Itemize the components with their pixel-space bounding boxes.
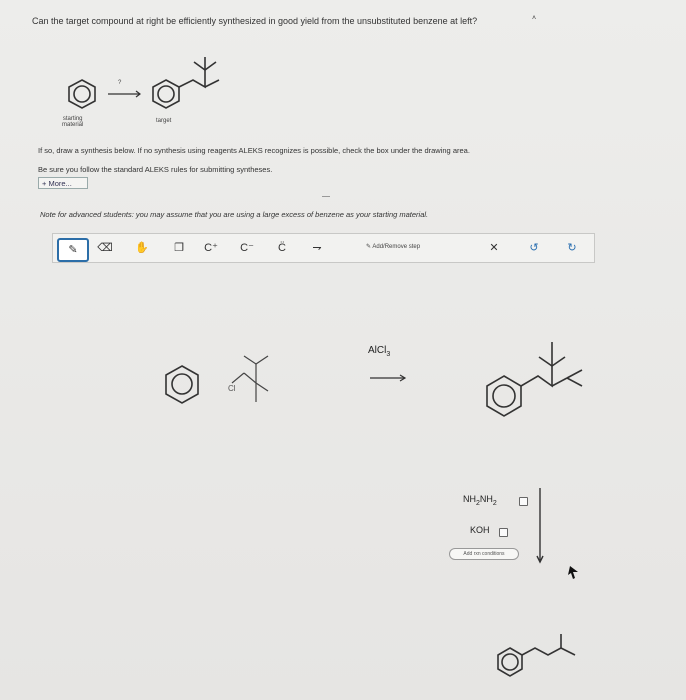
question-arrow bbox=[108, 90, 141, 98]
instruction-text: If so, draw a synthesis below. If no syn… bbox=[38, 146, 470, 155]
eraser-icon: ⌫ bbox=[97, 242, 113, 254]
pencil-tool-button[interactable]: ✎ bbox=[57, 238, 89, 262]
arrow-question-mark: ? bbox=[118, 80, 122, 86]
add-conditions-button[interactable]: Add rxn conditions bbox=[449, 548, 519, 560]
starting-material-label: starting material bbox=[62, 116, 84, 128]
koh-condition[interactable]: KOH bbox=[470, 525, 490, 535]
copy-icon: ❐ bbox=[174, 242, 184, 254]
alkyl-chloride bbox=[231, 355, 269, 402]
carbanion-button[interactable]: C⁻ bbox=[239, 239, 255, 257]
add-remove-step-button[interactable]: ✎ Add/Remove step bbox=[366, 243, 420, 250]
carbocation-button[interactable]: C⁺ bbox=[203, 239, 219, 257]
chlorine-label: Cl bbox=[228, 384, 236, 393]
copy-tool-button[interactable]: ❐ bbox=[171, 239, 187, 257]
arrow-tool-button[interactable]: ⇁ bbox=[309, 239, 325, 257]
forward-arrow bbox=[370, 374, 407, 382]
advanced-note: Note for advanced students: you may assu… bbox=[40, 210, 429, 219]
starting-benzene bbox=[68, 79, 96, 109]
reaction-canvas[interactable] bbox=[0, 0, 686, 700]
final-product bbox=[497, 634, 576, 677]
eraser-tool-button[interactable]: ⌫ bbox=[96, 239, 114, 257]
down-arrow bbox=[536, 488, 544, 564]
acylated-product bbox=[486, 342, 583, 417]
hydrazine-condition[interactable]: NH2NH2 bbox=[463, 494, 497, 507]
divider bbox=[322, 196, 330, 197]
clear-button[interactable]: ✕ bbox=[487, 239, 501, 257]
pencil-icon: ✎ bbox=[68, 244, 78, 256]
benzene-reactant bbox=[165, 365, 199, 404]
delete-condition-icon-2[interactable] bbox=[499, 528, 508, 537]
hand-tool-button[interactable]: ✋ bbox=[133, 239, 151, 257]
target-molecule-top bbox=[152, 57, 220, 109]
mouse-cursor bbox=[568, 566, 578, 579]
more-button[interactable]: + More... bbox=[38, 177, 88, 189]
redo-button[interactable]: ↻ bbox=[565, 239, 579, 257]
delete-condition-icon[interactable] bbox=[519, 497, 528, 506]
alcl3-reagent[interactable]: AlCl3 bbox=[368, 345, 390, 358]
undo-button[interactable]: ↺ bbox=[527, 239, 541, 257]
radical-button[interactable]: C̈ bbox=[274, 239, 290, 257]
hand-icon: ✋ bbox=[135, 242, 149, 254]
instruction-text-2: Be sure you follow the standard ALEKS ru… bbox=[38, 165, 273, 174]
hook-arrow-icon: ⇁ bbox=[312, 242, 322, 254]
target-label: target bbox=[156, 118, 172, 124]
drawing-toolbar: ✎ ⌫ ✋ ❐ C⁺ C⁻ C̈ ⇁ ✎ Add/Remove step ✕ ↺… bbox=[52, 233, 595, 263]
